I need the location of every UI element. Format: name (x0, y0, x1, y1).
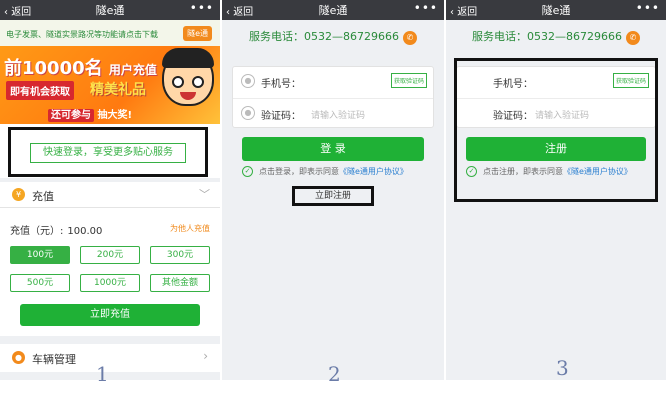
amount-option-other[interactable]: 其他金额 (150, 274, 210, 292)
cartoon-face-icon (162, 48, 214, 106)
login-form: ● 手机号： 获取验证码 ● 验证码： 请输入验证码 (232, 66, 434, 128)
service-phone-text: 服务电话：0532—86729666 (472, 30, 622, 43)
yen-icon: ¥ (12, 188, 25, 201)
login-button[interactable]: 登 录 (242, 137, 424, 161)
nav-title: 隧e通 (318, 4, 348, 17)
banner-line4: 还可参与 抽大奖! (48, 106, 133, 122)
phone-icon: ✆ (402, 31, 417, 45)
vehicle-management-row[interactable]: ● 车辆管理 › (0, 344, 220, 372)
banner-line4b: 抽大奖! (97, 110, 133, 121)
banner-line4a: 还可参与 (48, 109, 94, 122)
amount-value: 100.00 (67, 226, 103, 237)
code-row: ● 验证码： 请输入验证码 (233, 98, 433, 128)
banner-line2: 即有机会获取 (6, 81, 74, 100)
banner-small-text: 用户充值 (108, 63, 157, 77)
agreement-text: 点击登录，即表示同意 (259, 167, 339, 176)
amount-option-100[interactable]: 100元 (10, 246, 70, 264)
panel-register: ‹ 返回 隧e通 ••• 服务电话：0532—86729666 ✆ 手机号： 获取… (446, 0, 666, 380)
step-number-2: 2 (328, 362, 341, 386)
phone-icon: ✆ (625, 31, 640, 45)
amount-option-1000[interactable]: 1000元 (80, 274, 140, 292)
step-number-3: 3 (556, 356, 569, 380)
agreement-link[interactable]: 《隧e通用户协议》 (339, 167, 408, 176)
phone-label: 手机号： (261, 79, 301, 90)
banner-line1: 前10000名 用户充值 (4, 54, 157, 80)
amount-option-500[interactable]: 500元 (10, 274, 70, 292)
highlight-box (454, 58, 658, 202)
chevron-right-icon: › (203, 349, 208, 363)
notice-text: 电子发票、隧道实景路况等功能请点击下载 (6, 30, 158, 39)
recharge-for-others-link[interactable]: 为他人充值 (170, 223, 210, 234)
service-phone-text: 服务电话：0532—86729666 (249, 30, 399, 43)
panel-home: ‹ 返回 隧e通 ••• 电子发票、隧道实景路况等功能请点击下载 隧e通 前10… (0, 0, 220, 380)
user-icon: ● (241, 74, 255, 88)
amount-option-300[interactable]: 300元 (150, 246, 210, 264)
nav-bar: ‹ 返回 隧e通 ••• (0, 0, 220, 20)
recharge-title: 充值 (32, 190, 54, 203)
get-code-button[interactable]: 获取验证码 (390, 73, 427, 88)
banner-line3: 精美礼品 (90, 82, 146, 98)
promo-banner[interactable]: 前10000名 用户充值 即有机会获取 精美礼品 还可参与 抽大奖! ●●● (0, 46, 220, 124)
register-link[interactable]: 立即注册 (292, 186, 374, 206)
code-label: 验证码： (261, 111, 301, 122)
recharge-body: 充值（元）: 100.00 为他人充值 100元 200元 300元 500元 1… (0, 208, 220, 336)
car-icon: ● (12, 351, 25, 364)
nav-title: 隧e通 (95, 4, 125, 17)
download-notice: 电子发票、隧道实景路况等功能请点击下载 隧e通 (0, 20, 220, 46)
vehicle-title: 车辆管理 (32, 353, 76, 366)
nav-bar: ‹ 返回 隧e通 ••• (446, 0, 666, 20)
check-icon[interactable]: ✓ (242, 166, 253, 177)
more-icon[interactable]: ••• (190, 1, 214, 15)
nav-title: 隧e通 (541, 4, 571, 17)
step-number-1: 1 (96, 362, 109, 386)
service-phone[interactable]: 服务电话：0532—86729666 ✆ (446, 28, 666, 45)
service-phone[interactable]: 服务电话：0532—86729666 ✆ (222, 28, 444, 45)
panel-login: ‹ 返回 隧e通 ••• 服务电话：0532—86729666 ✆ ● 手机号： … (222, 0, 444, 380)
lock-icon: ● (241, 106, 255, 120)
banner-big-text: 前10000名 (4, 58, 103, 79)
amount-label: 充值（元）: (10, 226, 64, 237)
more-icon[interactable]: ••• (414, 1, 438, 15)
highlight-box (8, 127, 208, 177)
chevron-down-icon: ﹀ (199, 188, 210, 201)
agreement: ✓ 点击登录，即表示同意《隧e通用户协议》 (242, 166, 408, 177)
nav-bar: ‹ 返回 隧e通 ••• (222, 0, 444, 20)
recharge-submit-button[interactable]: 立即充值 (20, 304, 200, 326)
more-icon[interactable]: ••• (636, 1, 660, 15)
recharge-header[interactable]: ¥ 充值 ﹀ (0, 182, 220, 208)
amount-row: 充值（元）: 100.00 (10, 222, 102, 237)
phone-row: ● 手机号： 获取验证码 (233, 67, 433, 97)
amount-option-200[interactable]: 200元 (80, 246, 140, 264)
download-app-button[interactable]: 隧e通 (183, 26, 212, 41)
code-input[interactable]: 请输入验证码 (311, 108, 365, 121)
